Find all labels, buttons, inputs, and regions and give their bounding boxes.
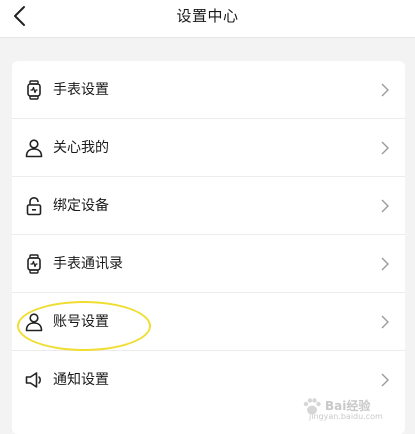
settings-item-watch-settings[interactable]: 手表设置 [12,61,405,119]
chevron-right-icon [381,199,389,213]
nav-bar: 设置中心 [0,0,415,38]
chevron-right-icon [381,373,389,387]
lock-icon [26,196,42,216]
user-icon [25,313,43,332]
watch-icon [27,80,41,100]
chevron-right-icon [381,83,389,97]
settings-list: 手表设置 关心我的 绑定设备 手表通讯录 账号设置 通知设置 [12,61,405,434]
settings-item-label: 绑定设备 [53,198,109,214]
settings-item-label: 关心我的 [53,140,109,156]
settings-item-account-settings[interactable]: 账号设置 [12,293,405,351]
settings-item-label: 账号设置 [53,314,109,330]
settings-item-care-me[interactable]: 关心我的 [12,119,405,177]
watermark-url: jingyan.baidu.com [309,412,383,421]
settings-item-label: 手表设置 [53,82,109,98]
settings-item-label: 通知设置 [53,372,109,388]
page-title: 设置中心 [176,7,239,25]
speaker-icon [25,372,41,388]
watch-icon [27,254,41,274]
watermark: Bai经验 jingyan.baidu.com [301,396,397,424]
chevron-right-icon [381,141,389,155]
settings-item-label: 手表通讯录 [53,256,123,272]
settings-item-bind-device[interactable]: 绑定设备 [12,177,405,235]
chevron-right-icon [381,257,389,271]
chevron-right-icon [381,315,389,329]
settings-item-watch-contacts[interactable]: 手表通讯录 [12,235,405,293]
user-icon [25,139,43,158]
